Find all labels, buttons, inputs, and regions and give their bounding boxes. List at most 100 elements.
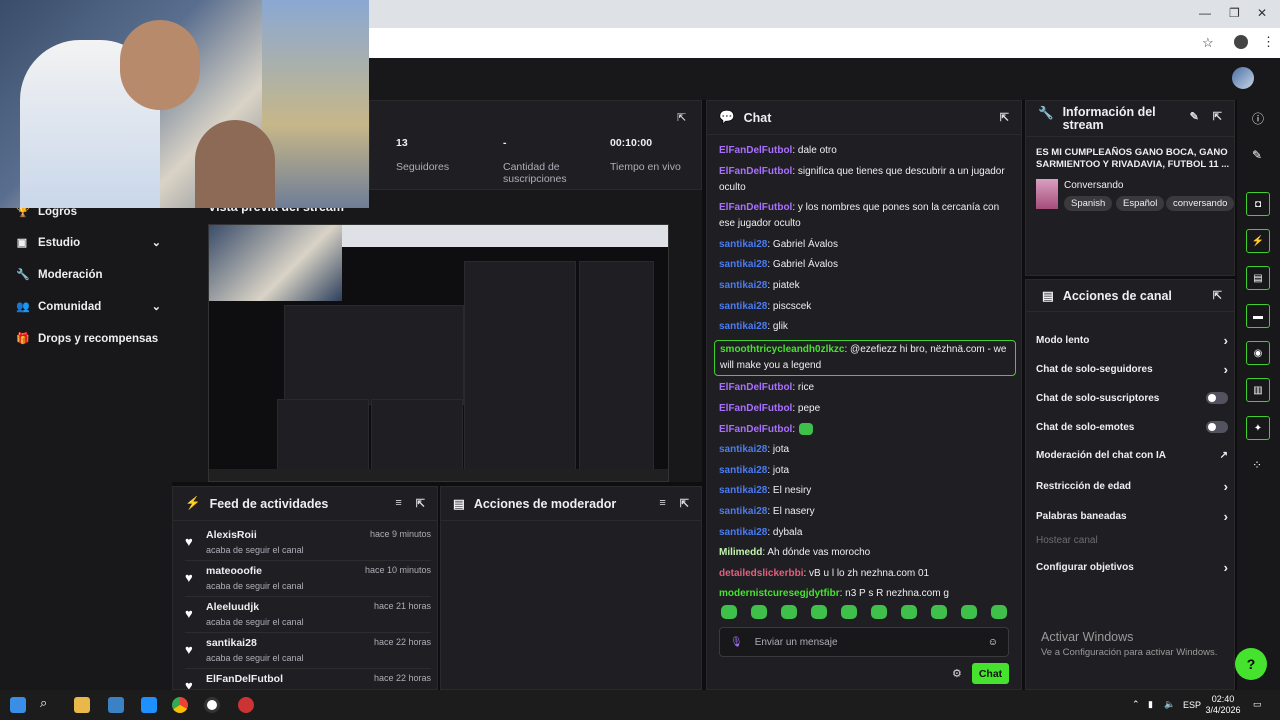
pencil-icon[interactable]: ✎ bbox=[1252, 148, 1262, 162]
chat-username[interactable]: santikai28 bbox=[719, 259, 767, 270]
chat-username[interactable]: santikai28 bbox=[719, 465, 767, 476]
send-chat-button[interactable]: Chat bbox=[972, 663, 1009, 684]
emote-icon[interactable] bbox=[961, 605, 977, 619]
smiley-icon[interactable]: ☺ bbox=[988, 637, 998, 648]
user-avatar[interactable] bbox=[1232, 67, 1254, 89]
obs-icon[interactable] bbox=[204, 697, 220, 713]
help-button[interactable]: ? bbox=[1235, 648, 1267, 680]
sidebar-item-comunidad[interactable]: 👥 Comunidad ⌄ bbox=[16, 300, 161, 314]
popout-icon[interactable]: ⇱ bbox=[680, 497, 689, 510]
action-slow-mode[interactable]: Modo lento › bbox=[1036, 333, 1228, 348]
action-configure-goals[interactable]: Configurar objetivos › bbox=[1036, 560, 1228, 575]
chat-username[interactable]: santikai28 bbox=[719, 444, 767, 455]
address-bar[interactable] bbox=[360, 28, 1280, 58]
chat-input[interactable]: 🎙 Enviar un mensaje ☺ bbox=[719, 627, 1009, 657]
chat-username[interactable]: santikai28 bbox=[719, 506, 767, 517]
feed-user[interactable]: mateooofie bbox=[206, 565, 262, 577]
chat-username[interactable]: santikai28 bbox=[719, 239, 767, 250]
close-icon[interactable]: ✕ bbox=[1257, 6, 1267, 20]
chat-username[interactable]: ElFanDelFutbol bbox=[719, 424, 792, 435]
rail-button-wrench[interactable]: ✦ bbox=[1246, 416, 1270, 440]
chevron-up-icon[interactable]: ⌃ bbox=[1132, 699, 1140, 710]
emote-icon[interactable] bbox=[781, 605, 797, 619]
chat-username[interactable]: ElFanDelFutbol bbox=[719, 145, 792, 156]
feed-user[interactable]: ElFanDelFutbol bbox=[206, 673, 283, 685]
restore-icon[interactable]: ❐ bbox=[1229, 6, 1240, 20]
popout-icon[interactable]: ⇱ bbox=[1213, 289, 1222, 302]
tag-pill[interactable]: Spanish bbox=[1064, 196, 1113, 211]
sidebar-item-drops[interactable]: 🎁 Drops y recompensas bbox=[16, 332, 161, 346]
chat-username[interactable]: ElFanDelFutbol bbox=[719, 166, 792, 177]
category-name[interactable]: Conversando bbox=[1064, 180, 1123, 191]
emote-icon[interactable] bbox=[991, 605, 1007, 619]
chat-username[interactable]: ElFanDelFutbol bbox=[719, 403, 792, 414]
feed-user[interactable]: AlexisRoii bbox=[206, 529, 257, 541]
popout-icon[interactable]: ⇱ bbox=[416, 497, 425, 510]
chat-username[interactable]: modernistcuresegjdytfibr bbox=[719, 588, 840, 599]
chat-username[interactable]: santikai28 bbox=[719, 485, 767, 496]
windows-start-icon[interactable] bbox=[10, 697, 26, 713]
microphone-icon[interactable]: 🎙 bbox=[730, 637, 743, 648]
action-followers-only[interactable]: Chat de solo-seguidores › bbox=[1036, 362, 1228, 377]
emote-icon[interactable] bbox=[871, 605, 887, 619]
microphone-tray-icon[interactable]: ▮ bbox=[1148, 699, 1153, 710]
subs-only-toggle[interactable] bbox=[1206, 392, 1228, 404]
bookmark-star-icon[interactable]: ☆ bbox=[1202, 35, 1214, 51]
emote-icon[interactable] bbox=[901, 605, 917, 619]
filter-icon[interactable]: ≡ bbox=[659, 497, 665, 510]
profile-icon[interactable] bbox=[1234, 35, 1248, 49]
minimize-icon[interactable]: — bbox=[1199, 6, 1211, 20]
pencil-icon[interactable]: ✎ bbox=[1190, 110, 1199, 123]
info-icon[interactable]: ⓘ bbox=[1252, 110, 1264, 127]
menu-dots-icon[interactable]: ⋮ bbox=[1262, 34, 1275, 50]
search-icon[interactable]: ⌕ bbox=[40, 695, 56, 711]
action-ai-moderation[interactable]: Moderación del chat con IA ↗ bbox=[1036, 450, 1228, 461]
gear-icon[interactable]: ⚙ bbox=[952, 667, 962, 680]
action-banned-words[interactable]: Palabras baneadas › bbox=[1036, 509, 1228, 524]
popout-icon[interactable]: ⇱ bbox=[1000, 111, 1009, 124]
feed-user[interactable]: santikai28 bbox=[206, 637, 257, 649]
rail-button-clip[interactable]: ◘ bbox=[1246, 192, 1270, 216]
popout-icon[interactable]: ⇱ bbox=[677, 111, 686, 124]
store-icon[interactable] bbox=[108, 697, 124, 713]
chat-username[interactable]: santikai28 bbox=[719, 321, 767, 332]
stream-preview-video[interactable] bbox=[208, 224, 669, 482]
chrome-icon[interactable] bbox=[172, 697, 188, 713]
rail-button-chat[interactable]: ▬ bbox=[1246, 304, 1270, 328]
tag-pill[interactable]: Español bbox=[1116, 196, 1165, 211]
sidebar-item-moderacion[interactable]: 🔧 Moderación bbox=[16, 268, 161, 282]
chat-username[interactable]: Milimedd bbox=[719, 547, 762, 558]
emote-icon[interactable] bbox=[931, 605, 947, 619]
action-age-restriction[interactable]: Restricción de edad › bbox=[1036, 479, 1228, 494]
rail-button-channel[interactable]: ▥ bbox=[1246, 378, 1270, 402]
notification-icon[interactable]: ▭ bbox=[1253, 699, 1262, 710]
vscode-icon[interactable] bbox=[141, 697, 157, 713]
chat-username[interactable]: smoothtricycleandh0zlkzc bbox=[720, 344, 844, 355]
action-subs-only[interactable]: Chat de solo-suscriptores bbox=[1036, 392, 1228, 404]
emote-icon[interactable] bbox=[811, 605, 827, 619]
app-icon[interactable] bbox=[238, 697, 254, 713]
rail-button-bolt[interactable]: ⚡ bbox=[1246, 229, 1270, 253]
emote-icon[interactable] bbox=[751, 605, 767, 619]
popout-icon[interactable]: ⇱ bbox=[1213, 110, 1222, 123]
chat-username[interactable]: santikai28 bbox=[719, 280, 767, 291]
emote-icon[interactable] bbox=[841, 605, 857, 619]
rail-button-doc[interactable]: ▤ bbox=[1246, 266, 1270, 290]
clock[interactable]: 02:40 3/4/2026 bbox=[1205, 694, 1241, 716]
filter-icon[interactable]: ≡ bbox=[395, 497, 401, 510]
chat-username[interactable]: detailedslickerbbi bbox=[719, 568, 803, 579]
emote-icon[interactable] bbox=[721, 605, 737, 619]
file-explorer-icon[interactable] bbox=[74, 697, 90, 713]
chat-username[interactable]: ElFanDelFutbol bbox=[719, 382, 792, 393]
rail-button-broadcast[interactable]: ◉ bbox=[1246, 341, 1270, 365]
volume-icon[interactable]: 🔈 bbox=[1164, 699, 1175, 710]
chat-username[interactable]: santikai28 bbox=[719, 527, 767, 538]
sidebar-item-estudio[interactable]: ▣ Estudio ⌄ bbox=[16, 236, 161, 250]
chat-username[interactable]: santikai28 bbox=[719, 301, 767, 312]
language-indicator[interactable]: ESP bbox=[1183, 700, 1201, 711]
feed-user[interactable]: Aleeluudjk bbox=[206, 601, 259, 613]
chat-username[interactable]: ElFanDelFutbol bbox=[719, 202, 792, 213]
apps-icon[interactable]: ⁘ bbox=[1252, 458, 1262, 472]
emotes-only-toggle[interactable] bbox=[1206, 421, 1228, 433]
action-emotes-only[interactable]: Chat de solo-emotes bbox=[1036, 421, 1228, 433]
